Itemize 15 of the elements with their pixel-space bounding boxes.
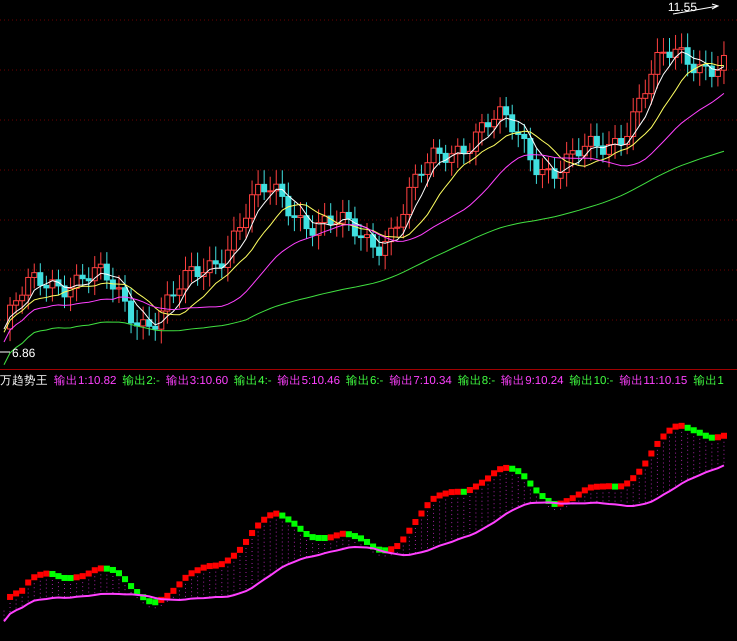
price-label: 6.86 [12, 347, 36, 359]
indicator-name: 万趋势王 [0, 374, 48, 390]
indicator-output-value: 输出2:- [122, 374, 160, 390]
indicator-output-value: 输出6:- [346, 374, 384, 390]
indicator-output-value: 输出8:- [458, 374, 496, 390]
indicator-output-value: 输出10:- [570, 374, 614, 390]
indicator-output-value: 输出1 [693, 374, 724, 390]
indicator-output-value: 输出11:10.15 [619, 374, 688, 390]
indicator-output-value: 输出9:10.24 [501, 374, 564, 390]
indicator-output-value: 输出5:10.46 [278, 374, 340, 390]
indicator-output-value: 输出1:10.82 [54, 374, 116, 390]
indicator-output-value: 输出3:10.60 [166, 374, 228, 390]
indicator-output-value: 输出7:10.34 [389, 374, 452, 390]
price-label: 11.55 [668, 1, 697, 13]
indicator-output-value: 输出4:- [234, 374, 272, 390]
